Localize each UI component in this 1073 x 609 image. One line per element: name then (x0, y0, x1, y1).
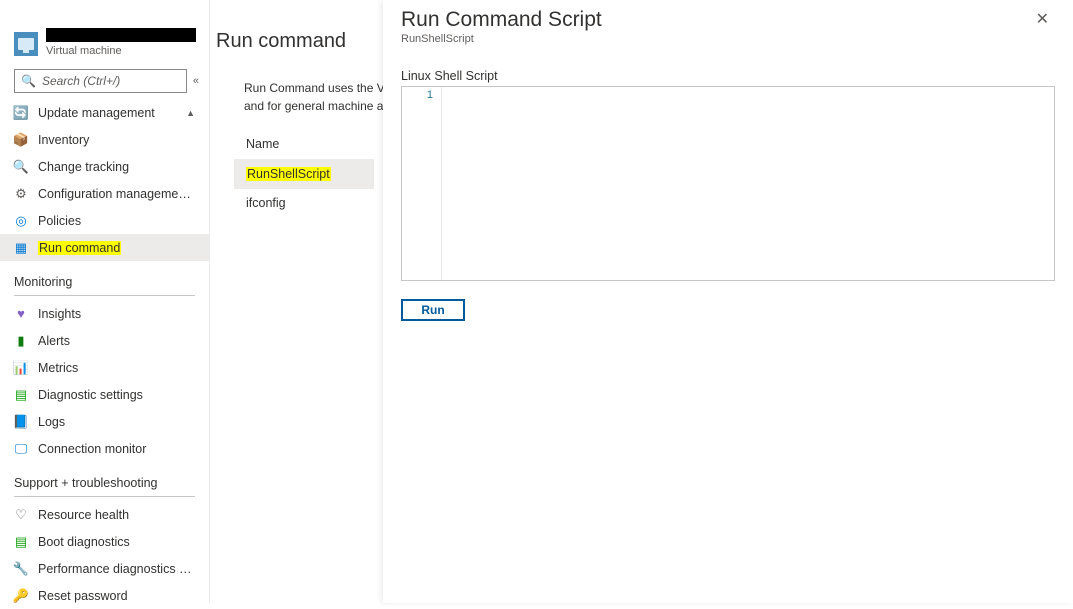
nav-label: Resource health (38, 508, 195, 522)
editor-textarea[interactable] (442, 87, 1054, 280)
vm-subtitle: Virtual machine (46, 45, 201, 57)
sidebar-search[interactable]: 🔍 (14, 69, 187, 93)
nav-monitoring: ♥ Insights ▮ Alerts 📊 Metrics ▤ Diagnostic sett… (0, 300, 209, 462)
nav-label: Change tracking (38, 160, 195, 174)
alerts-icon: ▮ (14, 334, 28, 348)
command-row-runshellscript[interactable]: RunShellScript (234, 160, 374, 189)
nav-item-diagnostic-settings[interactable]: ▤ Diagnostic settings (0, 381, 209, 408)
nav-item-metrics[interactable]: 📊 Metrics (0, 354, 209, 381)
nav-item-policies[interactable]: ◎ Policies (0, 207, 209, 234)
nav-item-connection-monitor[interactable]: 🖵 Connection monitor (0, 435, 209, 462)
insights-icon: ♥ (14, 307, 28, 321)
reset-icon: 🔑 (14, 589, 28, 603)
collapse-sidebar-icon[interactable]: « (193, 75, 199, 87)
nav-label: Inventory (38, 133, 195, 147)
command-row-ifconfig[interactable]: ifconfig (234, 189, 374, 218)
policies-icon: ◎ (14, 214, 28, 228)
update-icon: 🔄 (14, 106, 28, 120)
connection-icon: 🖵 (14, 442, 28, 456)
nav-item-update-management[interactable]: 🔄 Update management ▲ (0, 99, 209, 126)
nav-item-change-tracking[interactable]: 🔍 Change tracking (0, 153, 209, 180)
nav-item-reset-password[interactable]: 🔑 Reset password (0, 582, 209, 609)
resource-icon: ♡ (14, 508, 28, 522)
nav-item-alerts[interactable]: ▮ Alerts (0, 327, 209, 354)
nav-label: Performance diagnostics (Pre... (38, 562, 195, 576)
nav-label: Reset password (38, 589, 195, 603)
nav-label: Metrics (38, 361, 195, 375)
sidebar: Virtual machine 🔍 « 🔄 Update management ▲ 📦… (0, 0, 210, 603)
nav-item-boot-diagnostics[interactable]: ▤ Boot diagnostics (0, 528, 209, 555)
blade-title: Run Command Script (401, 8, 602, 32)
search-input[interactable] (42, 74, 180, 88)
nav-label: Logs (38, 415, 195, 429)
nav-label: Insights (38, 307, 195, 321)
nav-label: Diagnostic settings (38, 388, 195, 402)
chevron-up-icon: ▲ (186, 108, 195, 118)
diagnostic-icon: ▤ (14, 388, 28, 402)
script-editor[interactable]: 1 (401, 86, 1055, 281)
nav-label: Policies (38, 214, 195, 228)
nav-label: Alerts (38, 334, 195, 348)
boot-icon: ▤ (14, 535, 28, 549)
run-command-blade: Run Command Script RunShellScript ✕ Linu… (383, 0, 1073, 603)
section-monitoring-heading: Monitoring (0, 261, 209, 293)
command-table: Name RunShellScriptifconfig (234, 129, 374, 218)
nav-item-inventory[interactable]: 📦 Inventory (0, 126, 209, 153)
script-label: Linux Shell Script (401, 69, 1055, 83)
nav-label: Configuration management (... (38, 187, 195, 201)
vm-name-redacted (46, 28, 196, 42)
table-header-name[interactable]: Name (234, 129, 374, 160)
run-button[interactable]: Run (401, 299, 465, 321)
performance-icon: 🔧 (14, 562, 28, 576)
nav-label: Run command (38, 241, 195, 255)
vm-icon (14, 32, 38, 56)
nav-item-insights[interactable]: ♥ Insights (0, 300, 209, 327)
change-icon: 🔍 (14, 160, 28, 174)
nav-support: ♡ Resource health ▤ Boot diagnostics 🔧 Perfor… (0, 501, 209, 609)
editor-gutter: 1 (402, 87, 442, 280)
nav-label: Boot diagnostics (38, 535, 195, 549)
search-icon: 🔍 (21, 74, 36, 88)
run-icon: ▦ (14, 241, 28, 255)
nav-label: Update management (38, 106, 176, 120)
nav-item-configuration-management[interactable]: ⚙ Configuration management (... (0, 180, 209, 207)
nav-item-resource-health[interactable]: ♡ Resource health (0, 501, 209, 528)
section-support-heading: Support + troubleshooting (0, 462, 209, 494)
nav-operations: 🔄 Update management ▲ 📦 Inventory 🔍 Change tra… (0, 99, 209, 261)
inventory-icon: 📦 (14, 133, 28, 147)
nav-item-logs[interactable]: 📘 Logs (0, 408, 209, 435)
nav-label: Connection monitor (38, 442, 195, 456)
configuration-icon: ⚙ (14, 187, 28, 201)
nav-item-performance-diagnostics-pre[interactable]: 🔧 Performance diagnostics (Pre... (0, 555, 209, 582)
sidebar-header: Virtual machine (0, 28, 209, 61)
metrics-icon: 📊 (14, 361, 28, 375)
logs-icon: 📘 (14, 415, 28, 429)
blade-subtitle: RunShellScript (401, 33, 602, 45)
close-icon[interactable]: ✕ (1030, 8, 1055, 32)
nav-item-run-command[interactable]: ▦ Run command (0, 234, 209, 261)
